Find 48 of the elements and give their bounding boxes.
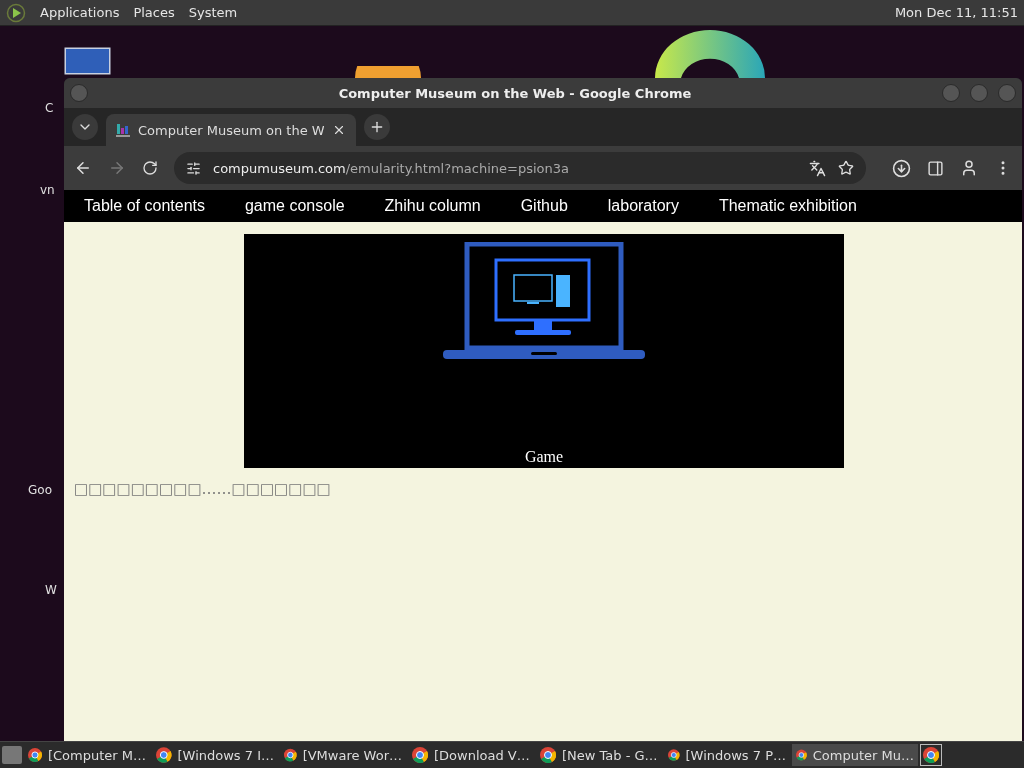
site-settings-icon[interactable] — [186, 160, 201, 176]
download-icon[interactable] — [892, 158, 911, 178]
favicon-icon — [116, 123, 130, 137]
nav-link[interactable]: laboratory — [607, 197, 679, 215]
desktop-icon-label[interactable]: Goo — [28, 483, 52, 497]
browser-icon — [412, 747, 428, 763]
translate-icon[interactable] — [809, 159, 826, 177]
browser-icon — [540, 747, 556, 763]
new-tab-button[interactable] — [364, 114, 390, 140]
star-icon[interactable] — [838, 160, 854, 176]
address-bar[interactable]: compumuseum.com/emularity.html?machine=psion3a — [174, 152, 866, 184]
tab-search-button[interactable] — [72, 114, 98, 140]
clock[interactable]: Mon Dec 11, 11:51 — [894, 5, 1018, 20]
ring-icon[interactable] — [655, 29, 765, 78]
browser-icon — [284, 747, 297, 763]
content-text: □□□□□□□□□……□□□□□□□ — [74, 480, 332, 498]
browser-icon — [668, 747, 680, 763]
desktop-icon-label[interactable]: C — [45, 101, 54, 115]
panel-menu[interactable]: Applications — [40, 5, 120, 20]
browser-tab[interactable]: Computer Museum on the W — [106, 114, 356, 146]
close-icon[interactable] — [332, 123, 346, 137]
banner-caption: Game — [524, 448, 564, 466]
desktop-icon-label[interactable]: W — [45, 583, 57, 597]
back-icon[interactable] — [74, 159, 92, 177]
panel-menu[interactable]: Places — [133, 5, 175, 20]
forward-icon[interactable] — [108, 159, 126, 177]
browser-icon — [923, 747, 939, 763]
nav-link[interactable]: game console — [244, 197, 345, 215]
nav-link[interactable]: Table of contents — [84, 197, 205, 215]
monitor-icon[interactable] — [64, 47, 111, 75]
panel-menu[interactable]: System — [188, 5, 238, 20]
browser-icon — [156, 747, 172, 763]
taskbar-browser-button[interactable] — [920, 744, 942, 766]
taskbar-item[interactable]: Computer Mu… — [792, 744, 918, 766]
window-title: Computer Museum on the Web - Google Chrome — [337, 85, 693, 101]
browser-icon — [28, 747, 42, 763]
reload-icon[interactable] — [142, 160, 158, 176]
profile-icon[interactable] — [960, 159, 978, 177]
desktop-icon-label[interactable]: vn — [40, 183, 55, 197]
plus-icon — [369, 119, 385, 135]
tab-title: Computer Museum on the W — [138, 122, 324, 138]
browser-icon — [796, 747, 807, 763]
side-panel-icon[interactable] — [927, 159, 944, 177]
nav-link[interactable]: Thematic exhibition — [718, 197, 857, 215]
nav-link[interactable]: Github — [520, 197, 568, 215]
url-text: compumuseum.com/emularity.html?machine=psion3a — [213, 160, 570, 176]
logo-icon[interactable] — [6, 2, 26, 23]
nav-link[interactable]: Zhihu column — [384, 197, 481, 215]
